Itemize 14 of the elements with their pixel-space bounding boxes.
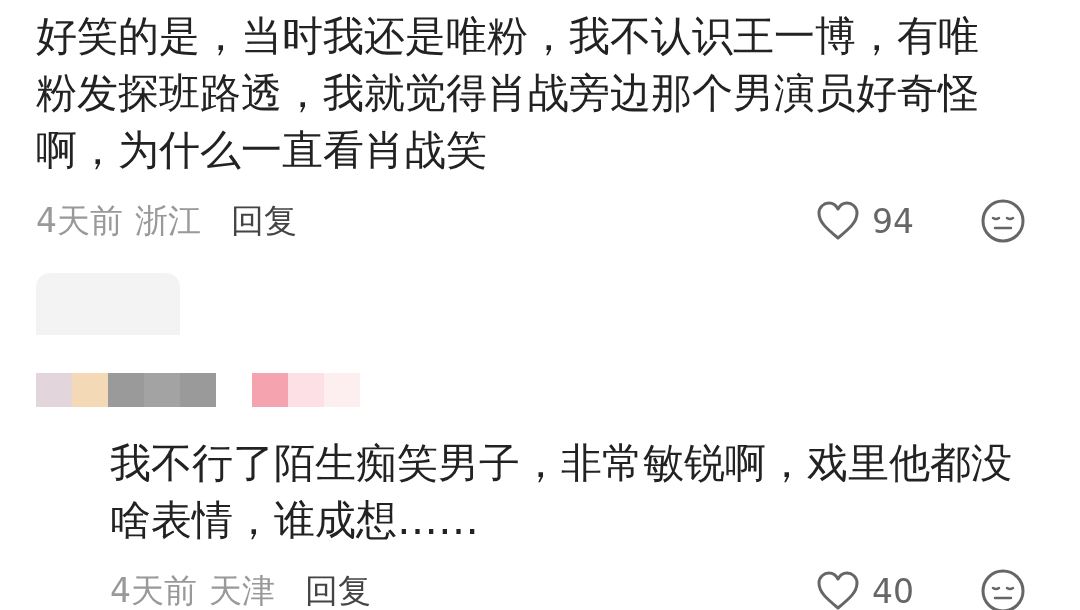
face-icon[interactable] [980,568,1026,610]
comment-time: 4天前 [36,199,123,242]
like-count: 40 [872,571,914,610]
reply-button[interactable]: 回复 [305,568,371,610]
heart-icon[interactable] [816,201,860,241]
reply-button[interactable]: 回复 [231,198,297,244]
heart-icon[interactable] [816,571,860,610]
face-icon[interactable] [980,198,1026,244]
comment-location: 浙江 [135,199,201,242]
comment-text: 好笑的是，当时我还是唯粉，我不认识王一博，有唯粉发探班路透，我就觉得肖战旁边那个男演员好奇怪啊，为什么一直看肖战笑 [36,11,980,176]
comment-time: 4天前 [110,569,197,610]
comment-text: 我不行了陌生痴笑男子，非常敏锐啊，戏里他都没啥表情，谁成想…… [110,438,1013,546]
like-count: 94 [872,201,914,241]
comment-location: 天津 [209,569,275,610]
